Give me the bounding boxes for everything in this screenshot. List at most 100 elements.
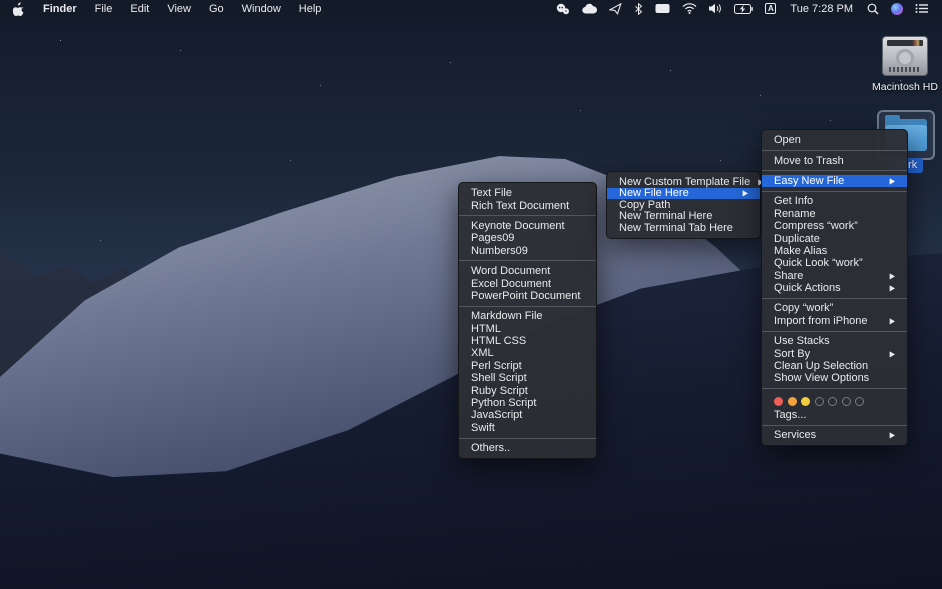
tag-empty-dot-2[interactable] xyxy=(828,397,837,406)
menu-item-quick-actions[interactable]: Quick Actions ▶ xyxy=(762,282,907,294)
menu-item-tags[interactable]: Tags... xyxy=(762,409,907,421)
menu-item-make-alias[interactable]: Make Alias xyxy=(762,245,907,257)
menu-item-text-file[interactable]: Text File xyxy=(459,187,596,199)
menu-separator xyxy=(762,150,907,151)
menu-item-html[interactable]: HTML xyxy=(459,323,596,335)
menu-item-xml[interactable]: XML xyxy=(459,347,596,359)
menu-item-python-script[interactable]: Python Script xyxy=(459,397,596,409)
menu-item-get-info[interactable]: Get Info xyxy=(762,195,907,207)
menu-item-swift[interactable]: Swift xyxy=(459,422,596,434)
menu-item-others[interactable]: Others.. xyxy=(459,442,596,454)
submenu-arrow-icon: ▶ xyxy=(890,283,895,292)
menu-item-html-css[interactable]: HTML CSS xyxy=(459,335,596,347)
menu-item-rename[interactable]: Rename xyxy=(762,208,907,220)
menu-item-pages09[interactable]: Pages09 xyxy=(459,232,596,244)
tag-red-dot[interactable] xyxy=(774,397,783,406)
notification-center-icon[interactable] xyxy=(909,0,934,17)
menu-separator xyxy=(459,306,596,307)
hard-drive-platter xyxy=(896,49,914,67)
chat-icon[interactable] xyxy=(550,0,576,17)
wifi-icon[interactable] xyxy=(676,0,703,17)
menu-item-new-file-here[interactable]: New File Here ▶ xyxy=(607,188,760,200)
menu-item-javascript[interactable]: JavaScript xyxy=(459,409,596,421)
volume-icon[interactable] xyxy=(703,0,728,17)
menu-item-clean-up-selection[interactable]: Clean Up Selection xyxy=(762,360,907,372)
menu-separator xyxy=(762,388,907,389)
tag-empty-dot-4[interactable] xyxy=(855,397,864,406)
macintosh-hd-desktop-icon[interactable]: Macintosh HD xyxy=(868,36,942,93)
menu-item-move-to-trash[interactable]: Move to Trash xyxy=(762,154,907,166)
menu-item-import-from-iphone[interactable]: Import from iPhone ▶ xyxy=(762,315,907,327)
submenu-arrow-icon: ▶ xyxy=(890,271,895,280)
menu-bar-item-file[interactable]: File xyxy=(86,0,122,17)
menu-bar-item-go[interactable]: Go xyxy=(200,0,233,17)
menu-item-services[interactable]: Services ▶ xyxy=(762,429,907,441)
menu-item-compress[interactable]: Compress “work” xyxy=(762,220,907,232)
menu-item-markdown-file[interactable]: Markdown File xyxy=(459,310,596,322)
menu-item-ruby-script[interactable]: Ruby Script xyxy=(459,384,596,396)
display-icon[interactable] xyxy=(649,0,676,17)
menu-bar: Finder File Edit View Go Window Help xyxy=(0,0,942,17)
menu-bar-clock[interactable]: Tue 7:28 PM xyxy=(782,3,861,15)
easy-new-file-submenu: New Custom Template File ▶ New File Here… xyxy=(606,171,761,239)
menu-separator xyxy=(459,260,596,261)
menu-item-word-document[interactable]: Word Document xyxy=(459,265,596,277)
hard-drive-icon xyxy=(882,36,928,76)
menu-item-numbers09[interactable]: Numbers09 xyxy=(459,245,596,257)
menu-item-duplicate[interactable]: Duplicate xyxy=(762,232,907,244)
menu-item-powerpoint-document[interactable]: PowerPoint Document xyxy=(459,290,596,302)
menu-separator xyxy=(762,298,907,299)
menu-item-rich-text-document[interactable]: Rich Text Document xyxy=(459,199,596,211)
paper-plane-icon[interactable] xyxy=(603,0,628,17)
menu-bar-item-help[interactable]: Help xyxy=(290,0,331,17)
finder-context-menu: Open Move to Trash Easy New File ▶ Get I… xyxy=(761,129,908,446)
menu-item-share[interactable]: Share ▶ xyxy=(762,270,907,282)
tag-orange-dot[interactable] xyxy=(788,397,797,406)
tag-yellow-dot[interactable] xyxy=(801,397,810,406)
menu-bar-item-finder[interactable]: Finder xyxy=(34,0,86,17)
menu-separator xyxy=(762,425,907,426)
menu-item-show-view-options[interactable]: Show View Options xyxy=(762,372,907,384)
menu-bar-item-view[interactable]: View xyxy=(158,0,200,17)
menu-item-shell-script[interactable]: Shell Script xyxy=(459,372,596,384)
menu-item-use-stacks[interactable]: Use Stacks xyxy=(762,335,907,347)
tag-empty-dot-3[interactable] xyxy=(842,397,851,406)
menu-item-new-terminal-tab-here[interactable]: New Terminal Tab Here xyxy=(607,222,760,234)
menu-item-new-terminal-here[interactable]: New Terminal Here xyxy=(607,211,760,223)
apple-menu[interactable] xyxy=(0,0,34,17)
menu-bar-status-area: A Tue 7:28 PM xyxy=(550,0,942,17)
battery-charging-icon[interactable] xyxy=(728,0,759,17)
tag-empty-dot-1[interactable] xyxy=(815,397,824,406)
menu-item-sort-by[interactable]: Sort By ▶ xyxy=(762,347,907,359)
hard-drive-label-strip xyxy=(887,40,923,46)
menu-item-copy-path[interactable]: Copy Path xyxy=(607,199,760,211)
menu-item-quick-look[interactable]: Quick Look “work” xyxy=(762,257,907,269)
menu-separator xyxy=(459,215,596,216)
submenu-arrow-icon: ▶ xyxy=(890,349,895,358)
apple-icon xyxy=(13,2,24,16)
hard-drive-vents xyxy=(889,67,921,72)
menu-item-new-custom-template-file[interactable]: New Custom Template File ▶ xyxy=(607,176,760,188)
tag-color-row xyxy=(762,393,907,409)
menu-bar-item-edit[interactable]: Edit xyxy=(121,0,158,17)
submenu-arrow-icon: ▶ xyxy=(890,316,895,325)
stars xyxy=(60,40,61,41)
bluetooth-icon[interactable] xyxy=(628,0,649,17)
menu-bar-left: Finder File Edit View Go Window Help xyxy=(0,0,330,17)
menu-item-copy[interactable]: Copy “work” xyxy=(762,302,907,314)
cloud-icon[interactable] xyxy=(576,0,603,17)
input-source-icon[interactable]: A xyxy=(759,0,782,17)
menu-item-keynote-document[interactable]: Keynote Document xyxy=(459,220,596,232)
file-type-submenu: Text File Rich Text Document Keynote Doc… xyxy=(458,182,597,459)
submenu-arrow-icon: ▶ xyxy=(890,431,895,440)
menu-item-perl-script[interactable]: Perl Script xyxy=(459,360,596,372)
menu-item-open[interactable]: Open xyxy=(762,134,907,146)
spotlight-icon[interactable] xyxy=(861,0,885,17)
siri-icon[interactable] xyxy=(885,0,909,17)
menu-item-excel-document[interactable]: Excel Document xyxy=(459,277,596,289)
menu-bar-item-window[interactable]: Window xyxy=(233,0,290,17)
menu-separator xyxy=(762,331,907,332)
menu-item-easy-new-file[interactable]: Easy New File ▶ xyxy=(762,175,907,187)
submenu-arrow-icon: ▶ xyxy=(890,176,895,185)
menu-separator xyxy=(459,438,596,439)
